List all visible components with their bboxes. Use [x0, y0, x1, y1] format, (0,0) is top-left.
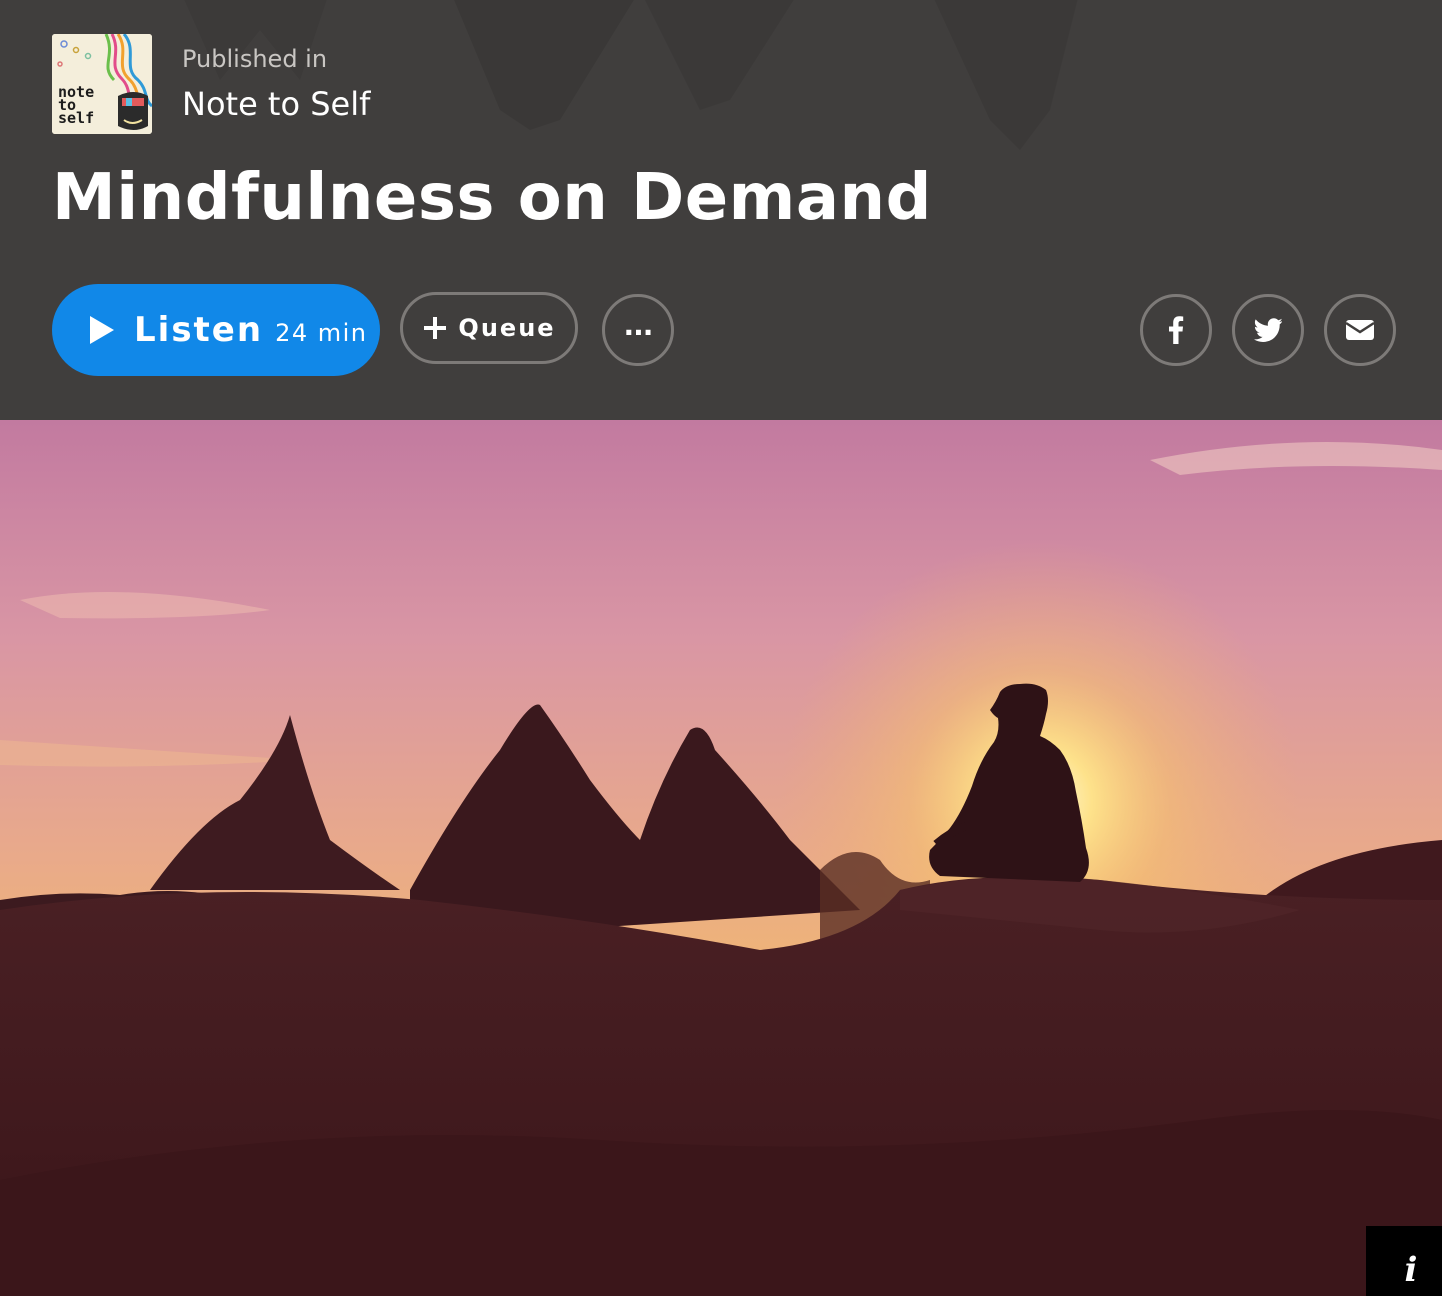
podcast-artwork[interactable]: note to self: [52, 34, 152, 134]
listen-button[interactable]: Listen 24 min: [52, 284, 380, 376]
share-facebook-button[interactable]: [1140, 294, 1212, 366]
episode-title: Mindfulness on Demand: [52, 161, 932, 235]
image-info-button[interactable]: i: [1366, 1226, 1442, 1296]
queue-label: Queue: [458, 314, 556, 342]
plus-icon: [424, 317, 447, 339]
artwork-wordmark: note to self: [58, 85, 95, 127]
listen-duration: 24 min: [275, 319, 368, 347]
sunset-meditation-image: [0, 420, 1442, 1296]
share-email-button[interactable]: [1324, 294, 1396, 366]
publication-text: Published in Note to Self: [182, 44, 370, 124]
artwork-word-self: self: [58, 109, 95, 127]
episode-header: note to self Published in Note to Self M…: [0, 0, 1442, 420]
share-twitter-button[interactable]: [1232, 294, 1304, 366]
published-in-label: Published in: [182, 45, 328, 73]
ellipsis-icon: ...: [623, 308, 654, 342]
facebook-icon: [1169, 316, 1184, 344]
episode-hero-image: i: [0, 420, 1442, 1296]
publication-name-link[interactable]: Note to Self: [182, 84, 370, 124]
email-icon: [1345, 320, 1375, 340]
publication-info: note to self Published in Note to Self: [52, 34, 370, 134]
twitter-icon: [1254, 318, 1282, 342]
add-to-queue-button[interactable]: Queue: [400, 292, 578, 364]
play-icon: [90, 316, 114, 344]
info-icon: i: [1404, 1250, 1418, 1290]
listen-label: Listen: [134, 310, 264, 350]
more-options-button[interactable]: ...: [602, 294, 674, 366]
